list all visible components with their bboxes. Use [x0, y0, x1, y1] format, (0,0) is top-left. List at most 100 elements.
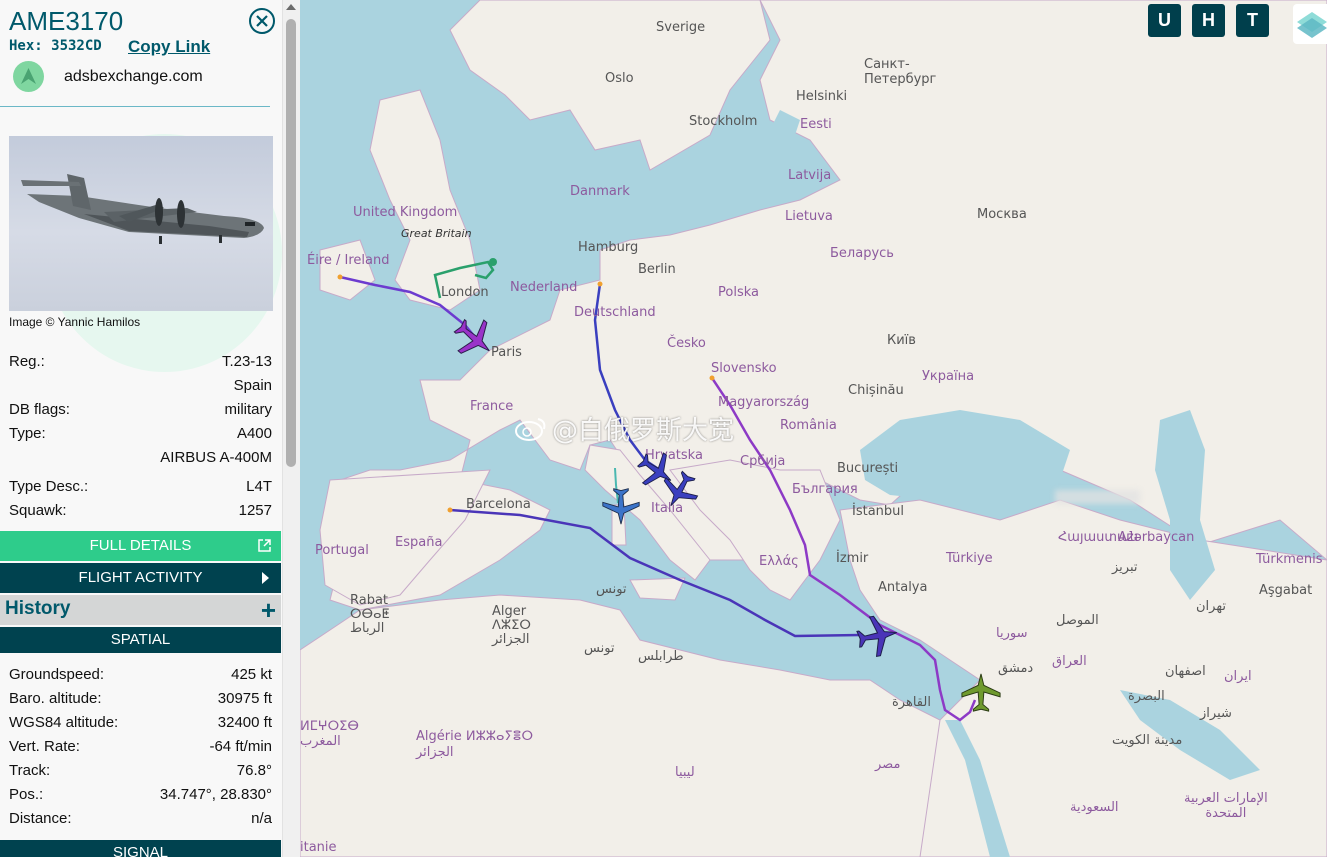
- map-label: Ελλάς: [759, 554, 799, 569]
- map-label: Rabat ⵔⴱⴰⵟ الرباط: [350, 593, 390, 636]
- map-view[interactable]: Sverige Oslo Санкт- Петербург Helsinki S…: [300, 0, 1327, 857]
- map-label: İstanbul: [852, 504, 905, 519]
- scroll-up-arrow-icon[interactable]: [286, 4, 296, 10]
- spatial-value: -64 ft/min: [209, 738, 272, 755]
- blurred-region: [1055, 490, 1140, 504]
- map-label: السعودية: [1070, 800, 1119, 815]
- map-label: Azərbaycan: [1118, 530, 1195, 545]
- flight-activity-label: FLIGHT ACTIVITY: [78, 569, 203, 586]
- map-label: Србија: [740, 454, 786, 469]
- map-label: România: [780, 418, 837, 433]
- map-label: İzmir: [836, 551, 869, 566]
- map-label: Stockholm: [689, 114, 758, 129]
- aircraft-icon[interactable]: [660, 470, 700, 510]
- h-toggle-button[interactable]: H: [1192, 4, 1225, 37]
- map-label: Great Britain: [401, 227, 472, 240]
- history-section-toggle[interactable]: History +: [0, 595, 281, 625]
- detail-value: Spain: [233, 377, 272, 394]
- aircraft-icon[interactable]: [855, 614, 899, 658]
- aircraft-photo[interactable]: [9, 136, 273, 311]
- map-label: Беларусь: [830, 246, 894, 261]
- callsign-title: AME3170: [9, 6, 124, 36]
- map-label: Latvija: [788, 168, 832, 183]
- spatial-value: 76.8°: [236, 762, 272, 779]
- map-label: Deutschland: [574, 305, 656, 320]
- aircraft-icon[interactable]: [598, 486, 644, 526]
- detail-value: A400: [236, 425, 272, 442]
- map-label: Москва: [977, 207, 1027, 222]
- flight-activity-button[interactable]: FLIGHT ACTIVITY: [0, 563, 281, 593]
- spatial-value: 34.747°, 28.830°: [159, 786, 272, 803]
- aircraft-info-sidebar: AME3170 Hex: 3532CD Copy Link adsbexchan…: [0, 0, 300, 857]
- map-label: Berlin: [638, 262, 676, 277]
- map-label: United Kingdom: [353, 205, 458, 220]
- selected-aircraft-icon[interactable]: [452, 316, 496, 360]
- map-label: Barcelona: [466, 497, 531, 512]
- track-start-marker: [597, 281, 603, 287]
- spatial-section-header: SPATIAL: [0, 627, 281, 653]
- layers-button[interactable]: [1293, 4, 1327, 44]
- t-toggle-button[interactable]: T: [1236, 4, 1269, 37]
- full-details-label: FULL DETAILS: [89, 537, 192, 554]
- map-label: Polska: [718, 285, 759, 300]
- close-button[interactable]: [249, 8, 275, 34]
- close-icon: [256, 15, 268, 27]
- image-credit: Image © Yannic Hamilos: [9, 315, 141, 329]
- aircraft-icon[interactable]: [960, 672, 1002, 714]
- map-label: Helsinki: [796, 89, 848, 104]
- spatial-label: Track:: [9, 762, 51, 779]
- map-label: London: [441, 285, 489, 300]
- detail-value: L4T: [246, 478, 272, 495]
- spatial-label: Distance:: [9, 810, 72, 827]
- map-label: Lietuva: [785, 209, 833, 224]
- full-details-button[interactable]: FULL DETAILS: [0, 531, 281, 561]
- expand-plus-icon: +: [260, 595, 276, 625]
- map-label: Antalya: [878, 580, 928, 595]
- map-label: Київ: [887, 333, 916, 348]
- map-label: Eesti: [800, 117, 832, 132]
- map-label: العراق: [1052, 654, 1087, 669]
- map-label: Санкт- Петербург: [864, 57, 937, 87]
- track-start-marker: [447, 507, 453, 513]
- map-label: Türkmenis: [1256, 552, 1323, 567]
- spatial-label: WGS84 altitude:: [9, 714, 119, 731]
- map-label: Sverige: [656, 20, 706, 35]
- history-label: History: [5, 598, 71, 619]
- scrollbar-thumb[interactable]: [286, 19, 296, 467]
- map-label: Aşgabat: [1259, 583, 1313, 598]
- signal-section-header: SIGNAL: [0, 840, 281, 857]
- divider: [0, 106, 270, 107]
- map-label: سوريا: [996, 626, 1028, 641]
- adsbexchange-logo-icon: [13, 61, 44, 92]
- map-label: ليبيا: [675, 765, 695, 780]
- data-source-name: adsbexchange.com: [64, 68, 203, 85]
- map-label: București: [837, 461, 899, 476]
- copy-link-button[interactable]: Copy Link: [128, 37, 210, 57]
- map-label: Magyarország: [718, 395, 810, 410]
- map-label: Chișinău: [848, 383, 904, 398]
- spatial-label: Pos.:: [9, 786, 44, 803]
- map-label: ⵍⵎⵖⵔⵉⴱ المغرب: [300, 719, 359, 749]
- map-label: الموصل: [1056, 613, 1099, 628]
- detail-value: military: [224, 401, 273, 418]
- map-label: طرابلس: [638, 649, 684, 664]
- track-start-marker: [709, 375, 715, 381]
- detail-label: Squawk:: [9, 502, 67, 519]
- u-toggle-button[interactable]: U: [1148, 4, 1181, 37]
- map-label: ایران: [1224, 669, 1252, 684]
- map-label: Nederland: [510, 280, 578, 295]
- map-label: Slovensko: [711, 361, 777, 376]
- map-label: اصفهان: [1165, 664, 1206, 679]
- map-label: القاهرة: [892, 695, 931, 710]
- map-label: الإمارات العربية المتحدة: [1184, 791, 1268, 821]
- spatial-value: n/a: [251, 810, 272, 827]
- spatial-label: Groundspeed:: [9, 666, 105, 683]
- map-label: مصر: [875, 757, 901, 772]
- detail-label: Type:: [9, 425, 46, 442]
- map-label: تهران: [1196, 599, 1226, 614]
- spatial-value: 30975 ft: [217, 690, 272, 707]
- detail-value: 1257: [238, 502, 272, 519]
- map-label: مدينة الكويت: [1112, 733, 1183, 748]
- spatial-value: 32400 ft: [217, 714, 272, 731]
- map-label: Oslo: [605, 71, 634, 86]
